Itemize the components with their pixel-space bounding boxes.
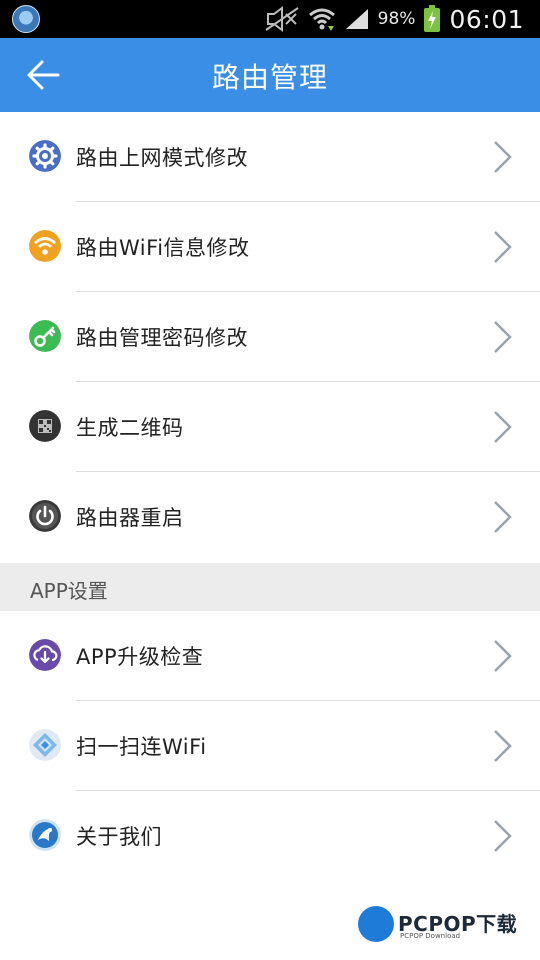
chevron-right-icon xyxy=(494,141,512,173)
list-item-reboot[interactable]: 路由器重启 xyxy=(0,472,540,562)
power-icon xyxy=(29,500,61,532)
mute-icon xyxy=(265,6,299,32)
status-bar: 98% 06:01 xyxy=(0,0,540,38)
list-item-admin-password[interactable]: 路由管理密码修改 xyxy=(0,292,540,382)
notification-app-icon xyxy=(12,5,40,33)
chevron-right-icon xyxy=(494,640,512,672)
wifi-signal-icon xyxy=(308,8,335,31)
section-header: APP设置 xyxy=(0,563,540,611)
chevron-right-icon xyxy=(494,501,512,533)
chevron-right-icon xyxy=(494,820,512,852)
app-logo-icon xyxy=(29,819,61,851)
chevron-right-icon xyxy=(494,730,512,762)
chevron-right-icon xyxy=(494,231,512,263)
watermark-logo-icon xyxy=(358,906,394,942)
router-settings-list: 路由上网模式修改 路由WiFi信息修改 路由管理密码修改 生成二维码 路由器重启 xyxy=(0,112,540,562)
battery-percent: 98% xyxy=(377,9,416,29)
section-header-label: APP设置 xyxy=(30,579,108,603)
item-label: 路由管理密码修改 xyxy=(76,326,248,350)
qrcode-icon xyxy=(29,410,61,442)
chevron-right-icon xyxy=(494,321,512,353)
status-indicators: 98% 06:01 xyxy=(264,0,524,38)
list-item-internet-mode[interactable]: 路由上网模式修改 xyxy=(0,112,540,202)
scan-icon xyxy=(29,729,61,761)
page-title: 路由管理 xyxy=(211,61,328,94)
item-label: APP升级检查 xyxy=(76,645,204,669)
list-item-qrcode[interactable]: 生成二维码 xyxy=(0,382,540,472)
item-label: 扫一扫连WiFi xyxy=(76,735,207,759)
app-settings-list: APP升级检查 扫一扫连WiFi 关于我们 xyxy=(0,611,540,881)
list-item-app-update[interactable]: APP升级检查 xyxy=(0,611,540,701)
item-label: 路由WiFi信息修改 xyxy=(76,236,250,260)
watermark-subtext: PCPOP Download xyxy=(400,932,461,940)
gear-icon xyxy=(29,140,61,172)
wifi-icon xyxy=(29,230,61,262)
item-label: 路由上网模式修改 xyxy=(76,146,248,170)
chevron-right-icon xyxy=(494,411,512,443)
clock: 06:01 xyxy=(449,4,524,34)
item-label: 生成二维码 xyxy=(76,416,184,440)
list-item-wifi-info[interactable]: 路由WiFi信息修改 xyxy=(0,202,540,292)
watermark: PCPOP下载 PCPOP Download xyxy=(358,902,530,946)
item-label: 路由器重启 xyxy=(76,506,184,530)
cell-signal-icon xyxy=(345,9,368,29)
key-icon xyxy=(29,320,61,352)
item-label: 关于我们 xyxy=(76,825,162,849)
list-item-scan-wifi[interactable]: 扫一扫连WiFi xyxy=(0,701,540,791)
cloud-download-icon xyxy=(29,639,61,671)
battery-icon xyxy=(424,5,441,32)
app-bar: 路由管理 xyxy=(0,38,540,112)
list-item-about-us[interactable]: 关于我们 xyxy=(0,791,540,881)
